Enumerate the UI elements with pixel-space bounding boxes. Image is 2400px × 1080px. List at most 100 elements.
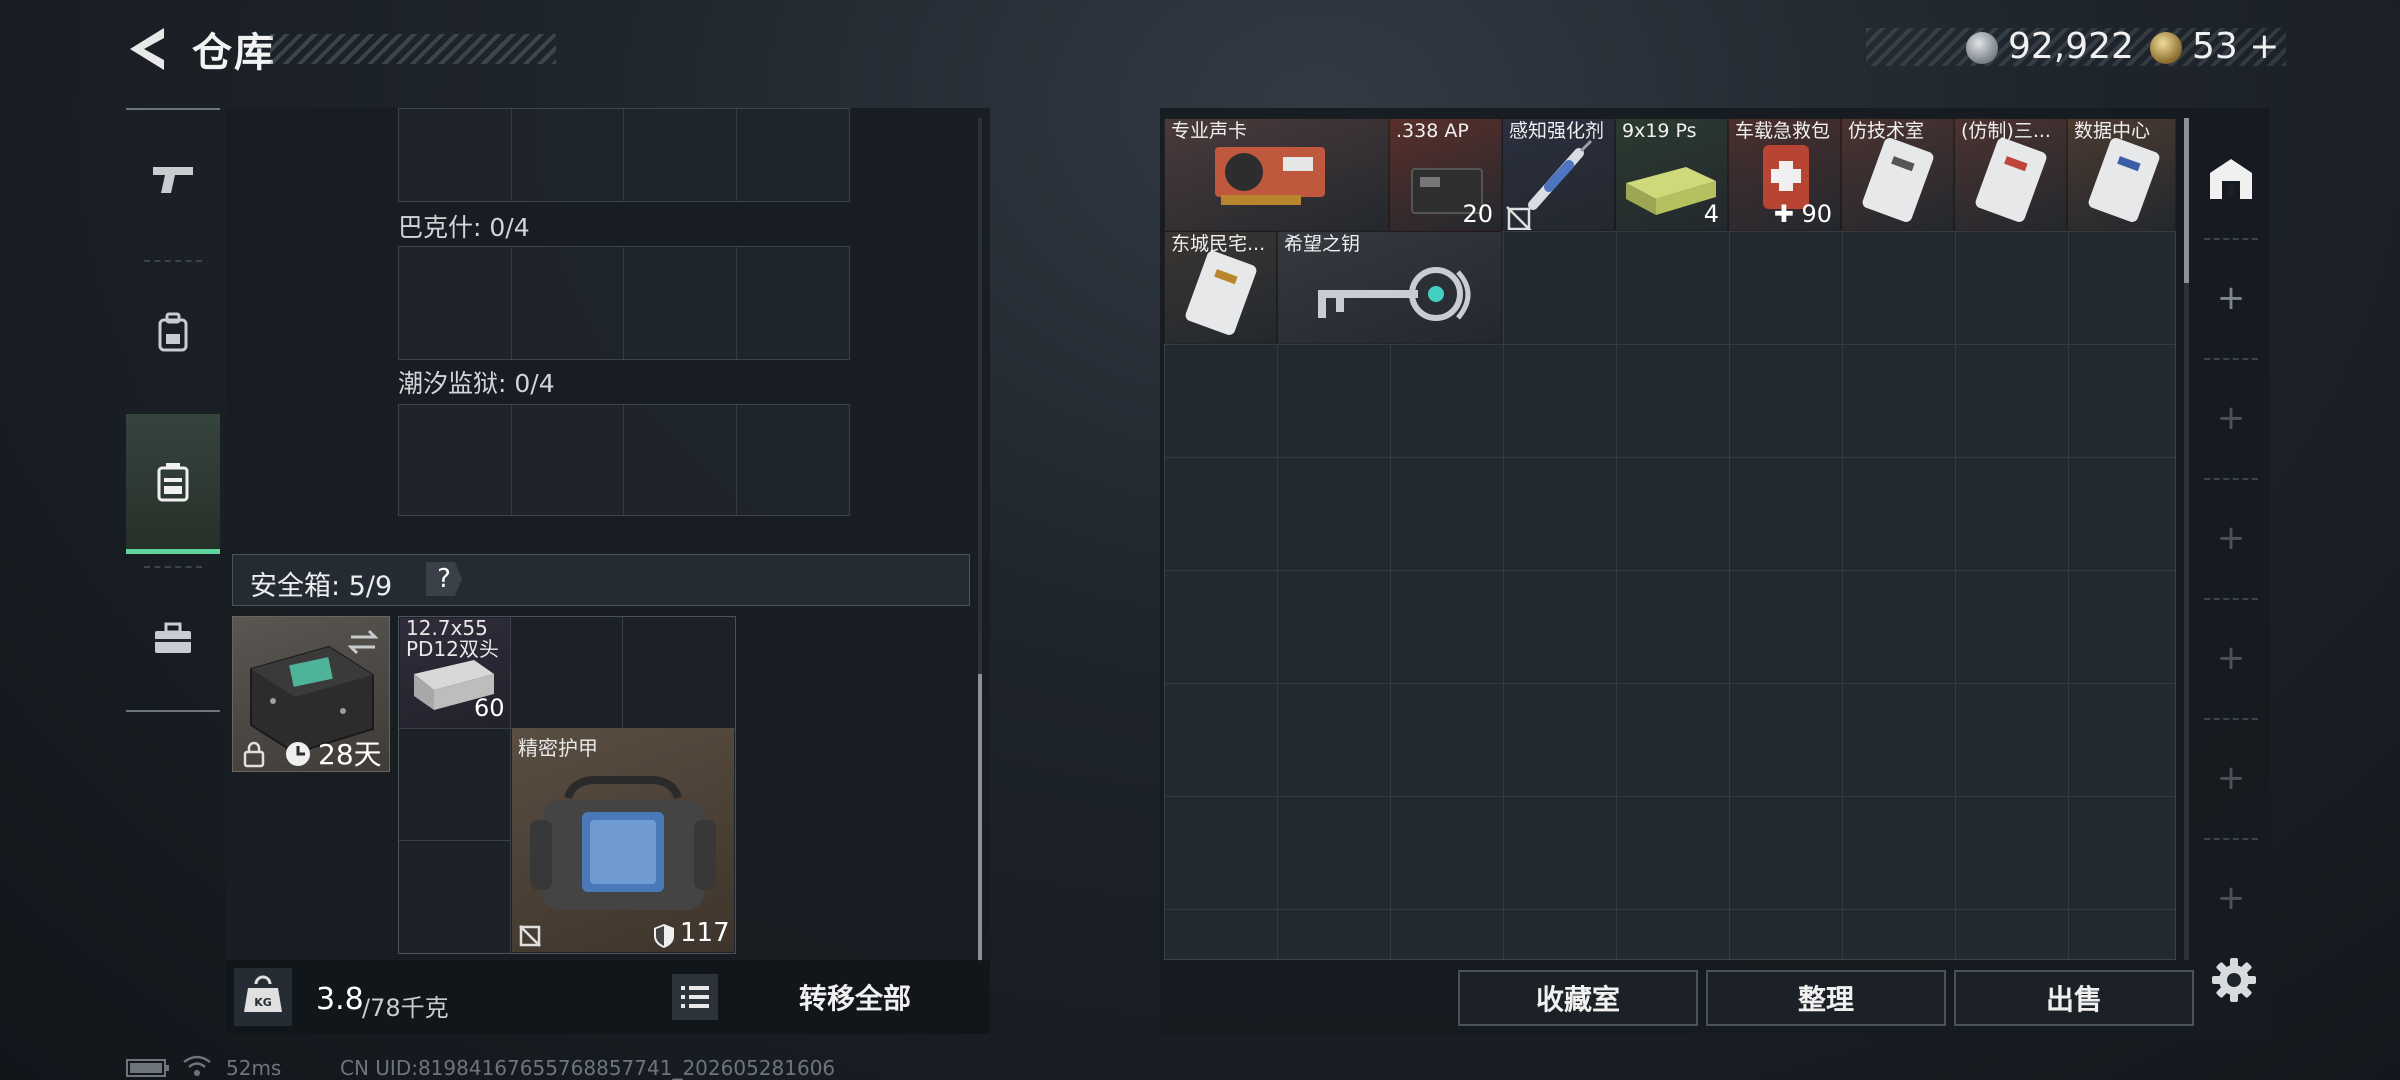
stash-cell[interactable]	[1956, 458, 2069, 571]
stash-cell[interactable]	[1843, 345, 1956, 458]
stash-item-count: ✚ 90	[1773, 200, 1832, 228]
tab-weapons[interactable]	[126, 110, 220, 250]
lock-icon	[243, 741, 265, 768]
back-button[interactable]	[122, 22, 172, 76]
stash-cell[interactable]	[1165, 910, 1278, 959]
stash-item-keycard-data-center[interactable]: 数据中心	[2067, 118, 2176, 231]
tab-toolkit[interactable]	[126, 568, 220, 708]
stash-cell[interactable]	[1165, 571, 1278, 684]
transfer-all-button[interactable]: 转移全部	[740, 966, 970, 1028]
stash-cell[interactable]	[1391, 684, 1504, 797]
container-column: + + + + + +	[2198, 118, 2264, 960]
stash-cell[interactable]	[1617, 458, 1730, 571]
stash-cell[interactable]	[1504, 797, 1617, 910]
stash-cell[interactable]	[1843, 458, 1956, 571]
battery-icon	[126, 1059, 169, 1077]
section-label-tide-prison: 潮汐监狱: 0/4	[398, 369, 555, 398]
collection-room-button[interactable]: 收藏室	[1458, 970, 1698, 1026]
stash-cell[interactable]	[1956, 910, 2069, 959]
stash-cell[interactable]	[1617, 571, 1730, 684]
stash-cell[interactable]	[1165, 684, 1278, 797]
stash-cell[interactable]	[1165, 345, 1278, 458]
stash-cell[interactable]	[1391, 458, 1504, 571]
stash-item-count: 4	[1703, 200, 1719, 228]
stash-cell[interactable]	[1956, 571, 2069, 684]
safebox-help-button[interactable]: ?	[426, 562, 462, 596]
stash-cell[interactable]	[1956, 684, 2069, 797]
stash-cell[interactable]	[1730, 458, 1843, 571]
stash-cell[interactable]	[1278, 458, 1391, 571]
stash-item-keycard-east-residence[interactable]: 东城民宅...	[1164, 231, 1277, 344]
settings-button[interactable]	[2206, 952, 2262, 1008]
left-scroll-thumb[interactable]	[978, 674, 982, 963]
sort-button[interactable]: 整理	[1706, 970, 1946, 1026]
container-slots-tide-prison[interactable]	[398, 404, 850, 516]
stash-cell[interactable]	[1617, 684, 1730, 797]
stash-cell[interactable]	[1391, 345, 1504, 458]
container-slot-safehouse[interactable]	[2198, 118, 2264, 238]
stash-cell[interactable]	[1278, 910, 1391, 959]
stash-cell[interactable]	[1278, 571, 1391, 684]
list-icon	[681, 986, 709, 1008]
stash-cell[interactable]	[2069, 910, 2175, 959]
stash-cell[interactable]	[1504, 684, 1617, 797]
stash-item-key-of-hope[interactable]: 希望之钥	[1277, 231, 1502, 344]
stash-cell[interactable]	[1730, 571, 1843, 684]
stash-cell[interactable]	[1278, 345, 1391, 458]
stash-cell[interactable]	[1730, 797, 1843, 910]
stash-cell[interactable]	[1730, 910, 1843, 959]
stash-cell[interactable]	[2069, 458, 2175, 571]
stash-item-sense-booster[interactable]: 感知强化剂	[1502, 118, 1615, 231]
tab-containers[interactable]	[126, 414, 220, 554]
sell-button[interactable]: 出售	[1954, 970, 2194, 1026]
stash-cell[interactable]	[1278, 797, 1391, 910]
stash-cell[interactable]	[1504, 571, 1617, 684]
stash-cell[interactable]	[1278, 684, 1391, 797]
stash-item-keycard-replica[interactable]: (仿制)三...	[1954, 118, 2067, 231]
container-slot-add-6[interactable]: +	[2198, 838, 2264, 958]
stash-cell[interactable]	[1956, 345, 2069, 458]
stash-cell[interactable]	[1617, 345, 1730, 458]
stash-cell[interactable]	[1843, 684, 1956, 797]
stash-item-car-first-aid[interactable]: 车载急救包 ✚ 90	[1728, 118, 1841, 231]
stash-cell[interactable]	[1391, 797, 1504, 910]
container-slot-add-3[interactable]: +	[2198, 478, 2264, 598]
container-slot-add-4[interactable]: +	[2198, 598, 2264, 718]
stash-cell[interactable]	[2069, 571, 2175, 684]
list-view-button[interactable]	[672, 974, 718, 1020]
safebox-case-duration: 28天	[318, 738, 382, 771]
stash-cell[interactable]	[1730, 345, 1843, 458]
stash-cell[interactable]	[1391, 571, 1504, 684]
container-slots-bakhsh[interactable]	[398, 246, 850, 360]
stash-cell[interactable]	[2069, 345, 2175, 458]
stash-cell[interactable]	[1391, 910, 1504, 959]
container-slots[interactable]	[398, 108, 850, 202]
stash-cell[interactable]	[1504, 345, 1617, 458]
stash-item-keycard-tech-room[interactable]: 仿技术室	[1841, 118, 1954, 231]
stash-cell[interactable]	[1165, 797, 1278, 910]
container-slot-add-5[interactable]: +	[2198, 718, 2264, 838]
stash-cell[interactable]	[1843, 571, 1956, 684]
stash-cell[interactable]	[1843, 797, 1956, 910]
stash-item-name: 东城民宅...	[1171, 234, 1266, 254]
right-scroll-thumb[interactable]	[2184, 118, 2189, 283]
stash-cell[interactable]	[2069, 797, 2175, 910]
container-slot-add-2[interactable]: +	[2198, 358, 2264, 478]
stash-cell[interactable]	[1956, 797, 2069, 910]
stash-cell[interactable]	[1730, 684, 1843, 797]
stash-cell[interactable]	[1617, 797, 1730, 910]
stash-items: 专业声卡 .338 AP 20 感知强化剂 9x19 Ps 4 车载急救包 ✚ …	[1164, 118, 2176, 344]
stash-cell[interactable]	[1165, 458, 1278, 571]
container-slot-add-1[interactable]: +	[2198, 238, 2264, 358]
stash-item-9x19-ps[interactable]: 9x19 Ps 4	[1615, 118, 1728, 231]
stash-item-338-ap[interactable]: .338 AP 20	[1389, 118, 1502, 231]
gold-balance[interactable]: 53 +	[2192, 26, 2279, 67]
stash-cell[interactable]	[2069, 684, 2175, 797]
stash-cell[interactable]	[1617, 910, 1730, 959]
stash-cell[interactable]	[1504, 910, 1617, 959]
stash-item-sound-card[interactable]: 专业声卡	[1164, 118, 1389, 231]
stash-cell[interactable]	[1843, 910, 1956, 959]
stash-cell[interactable]	[1504, 458, 1617, 571]
tab-gear[interactable]	[126, 262, 220, 402]
gold-add-icon[interactable]: +	[2249, 26, 2279, 67]
